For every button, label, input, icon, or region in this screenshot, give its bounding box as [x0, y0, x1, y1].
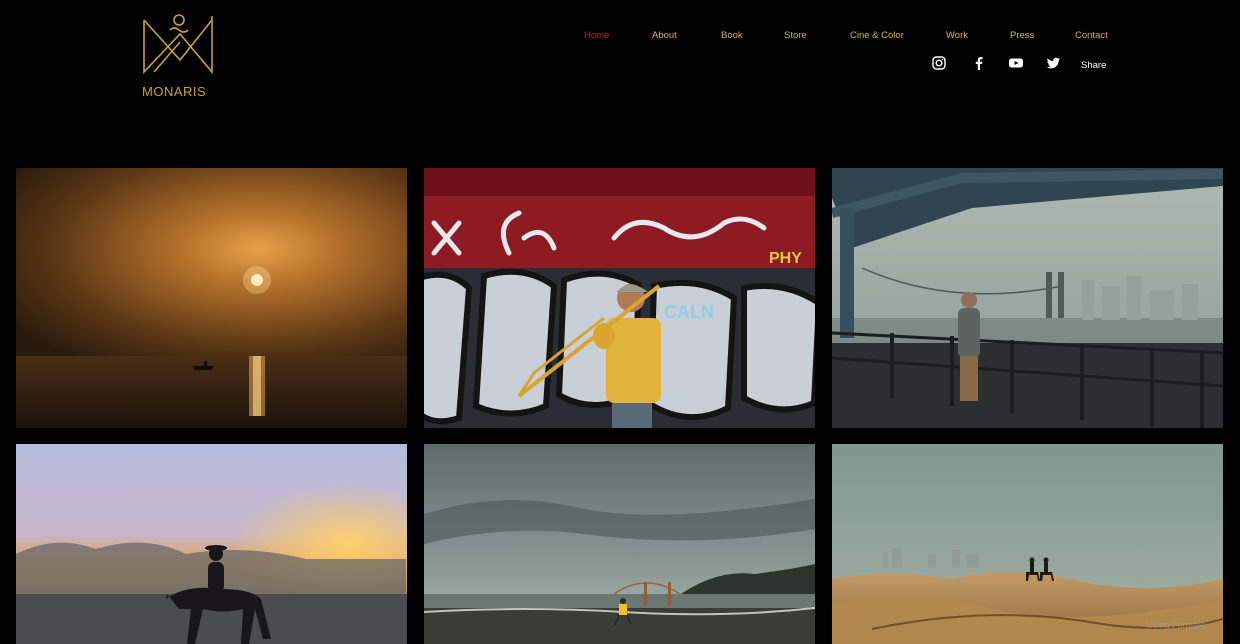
- main-navigation: Home About Book Store Cine & Color Work …: [570, 30, 1130, 44]
- social-links: Share: [930, 56, 1120, 72]
- photo-gallery: PHY CALN Using Formats: [16, 168, 1224, 644]
- twitter-icon[interactable]: [1046, 56, 1062, 72]
- desert-dunes-image: [832, 444, 1223, 644]
- photo-beach-golden-gate-runner[interactable]: [424, 444, 815, 644]
- nav-press[interactable]: Press: [1010, 30, 1034, 41]
- svg-text:PHY: PHY: [769, 250, 802, 267]
- nav-contact[interactable]: Contact: [1075, 30, 1108, 41]
- graffiti-trombone-image: PHY CALN: [424, 168, 815, 428]
- gallery-watermark: Using Formats: [1146, 620, 1205, 630]
- sunset-ocean-image: [16, 168, 407, 428]
- nav-work[interactable]: Work: [946, 30, 968, 41]
- photo-bridge-pier-man[interactable]: [832, 168, 1223, 428]
- svg-text:CALN: CALN: [664, 302, 714, 322]
- youtube-icon[interactable]: [1008, 56, 1024, 72]
- photo-desert-dunes-riders[interactable]: Using Formats: [832, 444, 1223, 644]
- nav-book[interactable]: Book: [721, 30, 743, 41]
- share-link[interactable]: Share: [1081, 60, 1106, 71]
- brand-logo[interactable]: MONARIS: [140, 12, 222, 102]
- instagram-icon[interactable]: [932, 56, 948, 72]
- monaris-logo-icon: [143, 14, 213, 75]
- horse-rider-image: [16, 444, 407, 644]
- nav-about[interactable]: About: [652, 30, 677, 41]
- facebook-icon[interactable]: [972, 56, 988, 72]
- photo-graffiti-trombone-player[interactable]: PHY CALN: [424, 168, 815, 428]
- nav-cine-color[interactable]: Cine & Color: [850, 30, 904, 41]
- photo-horse-rider-fog[interactable]: [16, 444, 407, 644]
- beach-golden-gate-image: [424, 444, 815, 644]
- photo-sunset-ocean-boat[interactable]: [16, 168, 407, 428]
- nav-store[interactable]: Store: [784, 30, 807, 41]
- logo-text: MONARIS: [142, 84, 207, 99]
- bridge-pier-image: [832, 168, 1223, 428]
- nav-home[interactable]: Home: [584, 30, 609, 41]
